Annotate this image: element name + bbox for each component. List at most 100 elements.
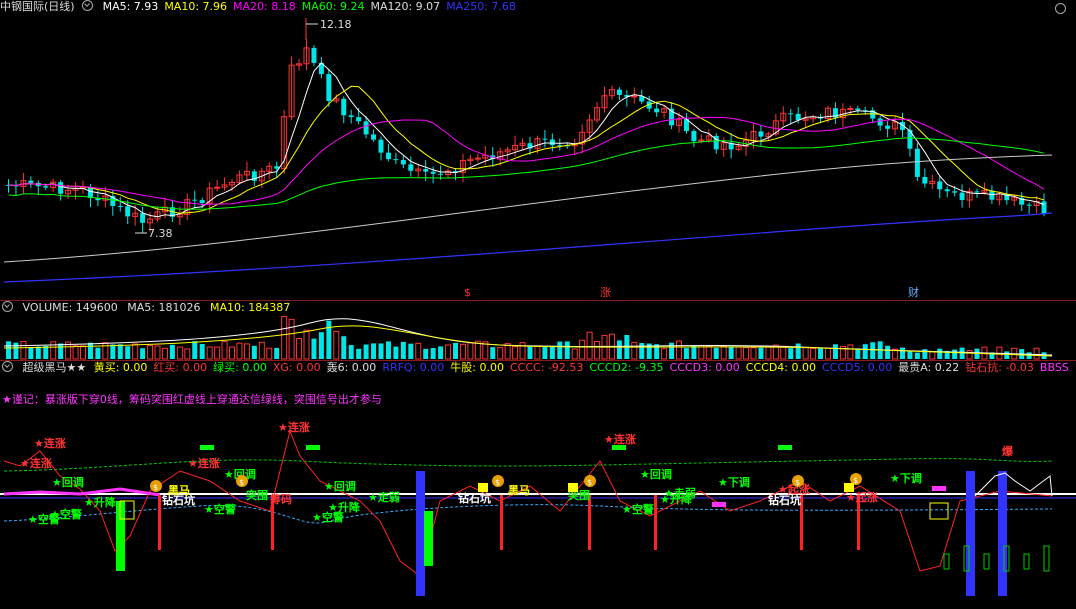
volume-bar [966,350,973,360]
signal-tick [306,445,320,450]
candle-body [691,131,697,142]
ma-legend-item: MA250: 7.68 [446,0,516,13]
signal-marker: 涨 [600,286,611,299]
volume-bar [385,341,391,359]
volume-bar [341,336,347,359]
volume-bar [378,343,384,359]
candle-body [914,148,920,177]
volume-header: VOLUME: 149600 MA5: 181026 MA10: 184387 [0,301,296,315]
volume-bar [557,341,563,359]
volume-bar [132,343,139,360]
ma-line [8,85,1045,214]
green-hollow-bar [943,553,950,570]
indicator-legend-item: CCCD5: 0.00 [822,361,893,374]
indicator-legend-item: CCCD3: 0.00 [669,361,740,374]
candle-body [922,176,928,184]
yellow-square [844,483,854,492]
volume-bar [512,346,519,360]
candle-body [877,118,883,126]
volume-bar [594,340,601,360]
volume-bar [147,344,154,360]
volume-bar [326,320,332,359]
volume-panel[interactable]: VOLUME: 149600 MA5: 181026 MA10: 184387 [0,300,1076,361]
volume-bar [459,343,466,360]
indicator-header: 超级黑马★★ 黄买: 0.00 红买: 0.00 绿买: 0.00 XG: 0.00 轰… [0,361,1076,375]
money-bag-glyph: $ [153,483,158,492]
label-huitiao: ★回调 [640,467,672,481]
volume-bar [490,347,496,359]
volume-bar [683,348,689,359]
volume-bar [176,346,183,360]
volume-bar [855,348,861,359]
volume-bar [534,345,541,360]
volume-bar [281,316,288,360]
candle-body [400,159,406,165]
red-stick [158,495,161,550]
yellow-box [929,502,949,520]
yellow-square [478,483,488,492]
volume-bar [348,345,354,359]
indicator-legend-item: 黄买: 0.00 [93,361,148,374]
volume-bar [303,329,310,360]
volume-bar [140,348,146,359]
volume-bar [698,344,705,360]
volume-bar [586,331,593,360]
volume-bar [423,348,429,359]
volume-bar [125,346,131,359]
volume-bar [929,351,936,360]
label-lianzhang: ★连涨 [604,432,636,446]
label-shengjiang: ★升降 [328,500,361,514]
signal-tick [712,502,726,507]
price-header: 中钢国际(日线) MA5: 7.93 MA10: 7.96 MA20: 8.18 MA… [0,0,528,14]
indicator-legend-item: 绿买: 0.00 [213,361,267,374]
candle-body [43,186,49,188]
candle-body [326,74,332,101]
label-lianzhang: ★连涨 [20,456,52,470]
indicator-settings-circle-icon[interactable] [2,361,13,372]
price-chart-panel[interactable]: 中钢国际(日线) MA5: 7.93 MA10: 7.96 MA20: 8.18 MA… [0,0,1076,300]
indicator-panel[interactable]: 超级黑马★★ 黄买: 0.00 红买: 0.00 绿买: 0.00 XG: 0.00 轰… [0,360,1076,609]
volume-bar [907,351,913,359]
candle-body [847,108,854,111]
volume-bar [750,347,757,360]
volume-bar [549,346,555,359]
indicator-legend-item: 最贵A: 0.22 [898,361,960,374]
volume-ma5: MA5: 181026 [127,301,201,314]
label-lianzhang: ★连涨 [34,436,66,450]
candle-body [363,121,369,135]
candle-body [341,98,347,116]
volume-bar [87,342,93,359]
volume-bar [616,340,622,359]
signal-bar [998,471,1007,596]
volume-bar [266,347,273,360]
volume-bar [258,341,265,360]
candle-body [616,89,622,96]
candle-body [937,181,943,190]
label-lianzhang: ★连涨 [188,456,220,470]
label-xiadiao: ★下调 [718,475,750,489]
candle-body [140,213,146,223]
volume-bar [102,342,109,360]
candle-body [423,169,429,172]
volume-bar [13,342,19,359]
ma-legend-item: MA10: 7.96 [164,0,228,13]
indicator-legend-item: CCCD4: 0.00 [745,361,816,374]
ma-line [8,116,1045,206]
volume-bar [735,346,742,360]
ma-legend-item: MA20: 8.18 [233,0,296,13]
volume-bar [28,347,34,359]
candle-body [385,152,391,160]
indicator-legend-item: 钻石抗: -0.03 [965,361,1034,374]
settings-circle-icon[interactable] [82,0,94,11]
volume-bar [236,342,243,360]
label-lianzhang: ★连涨 [278,420,310,434]
candle-body [356,117,362,122]
volume-bar [408,343,414,359]
volume-bar [393,346,399,359]
label-kongjing: ★空警 [204,502,236,516]
candle-body [117,205,123,207]
volume-settings-circle-icon[interactable] [2,301,13,312]
volume-bar [161,347,168,360]
volume-bar [676,340,682,360]
indicator-legend-item: RRFQ: 0.00 [382,361,445,374]
